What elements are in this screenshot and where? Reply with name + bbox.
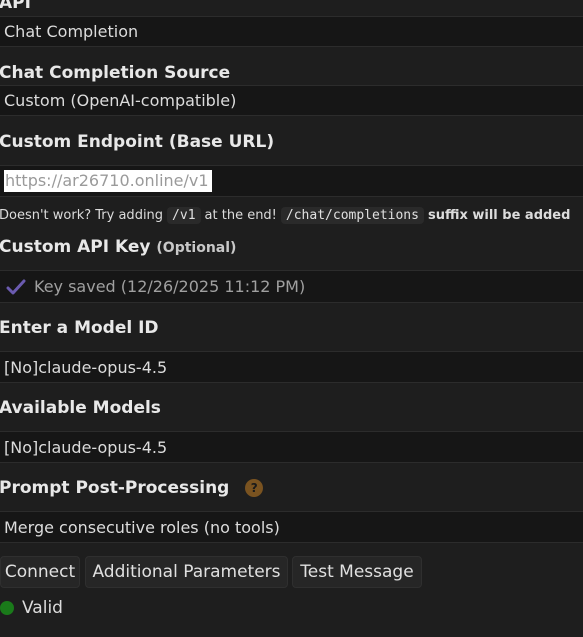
endpoint-label: Custom Endpoint (Base URL) xyxy=(0,132,275,152)
hint-prefix: Doesn't work? Try adding xyxy=(0,208,164,223)
help-icon[interactable]: ? xyxy=(245,479,264,497)
model-id-value: [No]claude-opus-4.5 xyxy=(4,357,168,377)
available-models-select[interactable]: [No]claude-opus-4.5 xyxy=(0,431,583,463)
api-select[interactable]: Chat Completion xyxy=(0,16,583,47)
api-key-status: Key saved (12/26/2025 11:12 PM) xyxy=(34,277,306,296)
source-value: Custom (OpenAI-compatible) xyxy=(4,91,237,110)
post-processing-select[interactable]: Merge consecutive roles (no tools) xyxy=(0,511,583,543)
api-label: API xyxy=(0,0,31,13)
api-key-optional: (Optional) xyxy=(156,240,237,256)
available-models-value: [No]claude-opus-4.5 xyxy=(4,437,168,457)
hint-code-v1: /v1 xyxy=(167,207,201,224)
model-id-input[interactable]: [No]claude-opus-4.5 xyxy=(0,351,583,383)
api-value: Chat Completion xyxy=(4,22,139,41)
hint-suffix: suffix will be added xyxy=(427,208,571,223)
api-key-label: Custom API Key (Optional) xyxy=(0,237,236,258)
source-select[interactable]: Custom (OpenAI-compatible) xyxy=(0,85,583,116)
source-label: Chat Completion Source xyxy=(0,63,231,83)
api-key-label-text: Custom API Key xyxy=(0,237,151,257)
endpoint-hint: Doesn't work? Try adding /v1 at the end!… xyxy=(0,207,570,224)
api-key-field[interactable]: Key saved (12/26/2025 11:12 PM) xyxy=(0,270,583,303)
test-message-button[interactable]: Test Message xyxy=(292,556,422,588)
connection-status: Valid xyxy=(0,598,63,618)
hint-code-chat-completions: /chat/completions xyxy=(280,207,424,224)
available-models-label: Available Models xyxy=(0,398,161,418)
status-dot-icon xyxy=(0,601,14,615)
post-processing-value: Merge consecutive roles (no tools) xyxy=(4,517,280,537)
checkmark-icon xyxy=(6,279,26,294)
connect-button[interactable]: Connect xyxy=(0,556,80,588)
additional-parameters-button[interactable]: Additional Parameters xyxy=(85,556,288,588)
endpoint-value: https://ar26710.online/v1 xyxy=(4,170,212,192)
post-processing-label-text: Prompt Post-Processing xyxy=(0,478,230,498)
status-text: Valid xyxy=(22,598,63,618)
model-id-label: Enter a Model ID xyxy=(0,318,159,338)
endpoint-input[interactable]: https://ar26710.online/v1 xyxy=(0,165,583,197)
post-processing-label: Prompt Post-Processing ? xyxy=(0,478,264,498)
hint-middle: at the end! xyxy=(204,208,277,223)
